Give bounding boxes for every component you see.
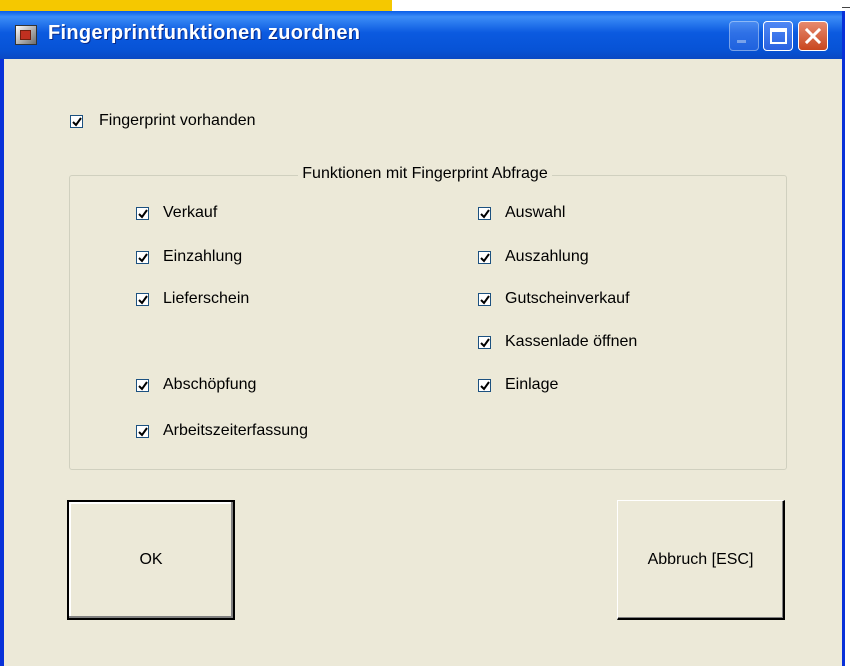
close-button[interactable] — [798, 21, 828, 51]
checkbox-gutscheinverkauf[interactable]: Gutscheinverkauf — [478, 289, 630, 309]
close-icon — [804, 27, 822, 45]
checkbox-label: Verkauf — [163, 204, 218, 221]
corner-tick — [842, 7, 850, 8]
checkmark-icon — [138, 208, 148, 219]
ok-button[interactable]: OK — [67, 500, 235, 620]
checkbox-lieferschein[interactable]: Lieferschein — [136, 289, 249, 309]
checkbox-arbeitszeiterfassung[interactable]: Arbeitszeiterfassung — [136, 421, 308, 441]
checkbox-abschoepfung[interactable]: Abschöpfung — [136, 375, 256, 395]
minimize-button — [729, 21, 759, 51]
checkbox-box[interactable] — [136, 250, 149, 264]
checkmark-icon — [138, 252, 148, 263]
checkbox-verkauf[interactable]: Verkauf — [136, 203, 217, 223]
checkbox-box[interactable] — [478, 335, 491, 349]
checkbox-box[interactable] — [136, 378, 149, 392]
fingerprint-available-checkbox[interactable]: Fingerprint vorhanden — [70, 111, 256, 131]
checkmark-icon — [480, 337, 490, 348]
checkbox-box[interactable] — [478, 206, 491, 220]
maximize-button[interactable] — [763, 21, 793, 51]
checkbox-label: Einlage — [505, 376, 559, 393]
checkmark-icon — [138, 426, 148, 437]
checkbox-kassenlade-oeffnen[interactable]: Kassenlade öffnen — [478, 332, 637, 352]
checkbox-label: Auswahl — [505, 204, 566, 221]
checkbox-label: Lieferschein — [163, 290, 250, 307]
checkbox-einlage[interactable]: Einlage — [478, 375, 558, 395]
checkbox-label: Fingerprint vorhanden — [99, 112, 256, 129]
checkbox-label: Arbeitszeiterfassung — [163, 422, 308, 439]
checkbox-box[interactable] — [478, 292, 491, 306]
checkbox-label: Einzahlung — [163, 248, 243, 265]
checkbox-box[interactable] — [478, 250, 491, 264]
checkbox-auszahlung[interactable]: Auszahlung — [478, 247, 589, 267]
checkmark-icon — [480, 208, 490, 219]
groupbox-title: Funktionen mit Fingerprint Abfrage — [0, 165, 850, 183]
checkbox-label: Abschöpfung — [163, 376, 257, 393]
checkmark-icon — [480, 380, 490, 391]
checkbox-auswahl[interactable]: Auswahl — [478, 203, 565, 223]
accent-tab — [0, 0, 392, 11]
checkmark-icon — [480, 252, 490, 263]
checkbox-box[interactable] — [70, 114, 83, 128]
cancel-button[interactable]: Abbruch [ESC] — [617, 500, 785, 620]
checkmark-icon — [480, 294, 490, 305]
checkmark-icon — [138, 380, 148, 391]
checkbox-label: Kassenlade öffnen — [505, 333, 638, 350]
checkbox-einzahlung[interactable]: Einzahlung — [136, 247, 242, 267]
checkmark-icon — [72, 116, 82, 127]
checkmark-icon — [138, 294, 148, 305]
checkbox-box[interactable] — [136, 424, 149, 438]
app-icon — [15, 25, 37, 45]
title-bar[interactable]: Fingerprintfunktionen zuordnen — [0, 11, 842, 59]
checkbox-box[interactable] — [136, 206, 149, 220]
window-title: Fingerprintfunktionen zuordnen — [48, 22, 361, 44]
checkbox-label: Gutscheinverkauf — [505, 290, 630, 307]
checkbox-box[interactable] — [478, 378, 491, 392]
checkbox-box[interactable] — [136, 292, 149, 306]
checkbox-label: Auszahlung — [505, 248, 589, 265]
